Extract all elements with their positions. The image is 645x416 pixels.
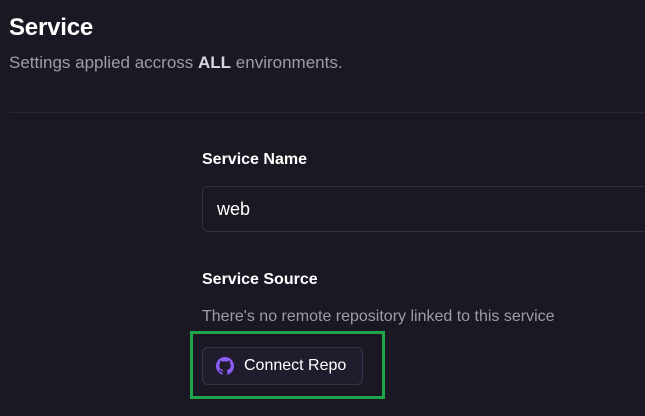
subtitle-text-end: environments. [235, 53, 343, 72]
connect-repo-label: Connect Repo [244, 357, 347, 374]
section-divider [9, 112, 645, 113]
subtitle-text-start: Settings applied accross [9, 53, 194, 72]
page-title: Service [9, 14, 94, 41]
service-source-helper-text: There's no remote repository linked to t… [202, 308, 555, 325]
github-icon [215, 356, 235, 376]
service-name-label: Service Name [202, 151, 307, 168]
service-name-input[interactable] [202, 186, 645, 232]
page-subtitle: Settings applied accross ALL environment… [9, 52, 343, 74]
subtitle-text-emphasis: ALL [198, 53, 232, 72]
connect-repo-button[interactable]: Connect Repo [202, 347, 363, 385]
service-source-label: Service Source [202, 271, 318, 288]
